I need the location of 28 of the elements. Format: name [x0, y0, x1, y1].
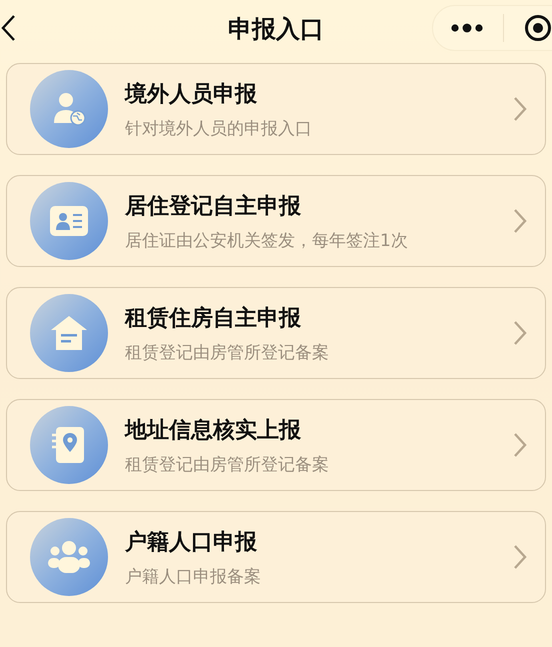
- chevron-icon: [513, 432, 527, 458]
- chevron-icon: [513, 544, 527, 570]
- chevron-icon: [513, 208, 527, 234]
- chevron-icon: [513, 96, 527, 122]
- entry-card[interactable]: 地址信息核实上报 租赁登记由房管所登记备案: [6, 399, 546, 491]
- address-book-icon: [51, 425, 87, 465]
- more-icon[interactable]: [451, 23, 483, 33]
- id-card-icon: [49, 205, 89, 237]
- entry-title: 居住登记自主申报: [125, 192, 302, 220]
- entry-title: 境外人员申报: [125, 80, 258, 108]
- entry-card[interactable]: 户籍人口申报 户籍人口申报备案: [6, 511, 546, 603]
- entry-subtitle: 租赁登记由房管所登记备案: [125, 342, 330, 364]
- entry-subtitle: 针对境外人员的申报入口: [125, 118, 313, 140]
- target-icon[interactable]: [524, 14, 552, 42]
- entry-title: 户籍人口申报: [125, 528, 258, 556]
- house-icon: [49, 313, 89, 353]
- entry-title: 租赁住房自主申报: [125, 304, 302, 332]
- entry-card[interactable]: 境外人员申报 针对境外人员的申报入口: [6, 63, 546, 155]
- chevron-icon: [513, 320, 527, 346]
- entry-subtitle: 户籍人口申报备案: [125, 566, 262, 588]
- entry-title: 地址信息核实上报: [125, 416, 302, 444]
- entry-card[interactable]: 居住登记自主申报 居住证由公安机关签发，每年签注1次: [6, 175, 546, 267]
- page-title: 申报入口: [228, 14, 324, 45]
- back-icon[interactable]: [0, 14, 16, 42]
- entry-subtitle: 居住证由公安机关签发，每年签注1次: [125, 230, 409, 252]
- group-icon: [47, 540, 91, 574]
- entry-card[interactable]: 租赁住房自主申报 租赁登记由房管所登记备案: [6, 287, 546, 379]
- entry-subtitle: 租赁登记由房管所登记备案: [125, 454, 330, 476]
